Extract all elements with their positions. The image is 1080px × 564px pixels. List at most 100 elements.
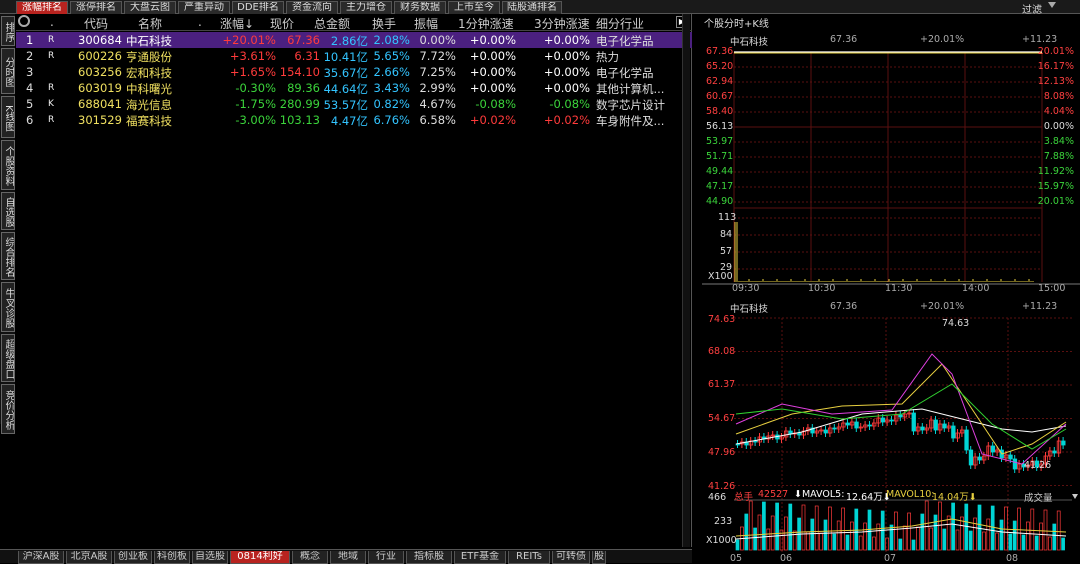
volume-bar [938, 501, 942, 551]
header-speed-3min[interactable]: 3分钟涨速 [534, 15, 590, 32]
row-code: 300684 [78, 33, 122, 47]
table-row[interactable]: 6 R 301529 福赛科技 -3.00% 103.13 4.47亿 6.76… [16, 112, 692, 128]
nav-composite-ranking[interactable]: 综合排名 [1, 232, 15, 280]
nav-sort[interactable]: 排序 [1, 16, 15, 46]
tab-concept[interactable]: 概念 [292, 551, 328, 564]
tab-stock-more[interactable]: 股 [592, 551, 606, 564]
row-turnover: 2.08% [373, 33, 410, 47]
table-row[interactable]: 2 R 600226 亨通股份 +3.61% 6.31 10.41亿 5.65%… [16, 48, 692, 64]
table-row[interactable]: 1 R 300684 中石科技 +20.01% 67.36 2.86亿 2.08… [16, 32, 692, 48]
tab-etf[interactable]: ETF基金 [454, 551, 506, 564]
tab-convertible[interactable]: 可转债 [552, 551, 590, 564]
table-row[interactable]: 3 603256 宏和科技 +1.65% 154.10 35.67亿 2.66%… [16, 64, 692, 80]
panel-title[interactable]: 个股分时+K线 [704, 15, 769, 30]
sort-down-icon: ↓ [244, 17, 255, 31]
tab-main-add[interactable]: 主力增仓 [340, 1, 392, 14]
intraday-price-axis-7: 51.71 [706, 151, 734, 162]
indicator-dropdown-icon[interactable] [1072, 494, 1078, 499]
nav-intraday[interactable]: 分时图 [1, 48, 15, 94]
intraday-time-0: 09:30 [732, 283, 760, 294]
volume-bar [1052, 523, 1057, 551]
row-industry: 热力 [596, 50, 619, 64]
volume-bar [1021, 534, 1026, 551]
intraday-chart[interactable] [702, 46, 1080, 300]
header-amount[interactable]: 总金额 [314, 15, 350, 32]
header-turnover[interactable]: 换手 [372, 15, 396, 32]
tab-region[interactable]: 地域 [330, 551, 366, 564]
volume-bar [867, 509, 872, 551]
tab-gain-ranking[interactable]: 涨幅排名 [16, 1, 68, 14]
volume-bar [766, 528, 771, 551]
tab-hs-a[interactable]: 沪深A股 [18, 551, 64, 564]
gear-icon[interactable] [18, 15, 30, 27]
row-name: 中科曙光 [126, 82, 172, 96]
tab-limit-up-ranking[interactable]: 涨停排名 [70, 1, 122, 14]
row-industry: 电子化学品 [596, 34, 654, 48]
intraday-pct-axis-5: 0.00% [1043, 121, 1074, 132]
header-industry[interactable]: 细分行业 [596, 15, 644, 32]
nav-kline[interactable]: K线图 [1, 96, 15, 138]
header-change-pct[interactable]: 涨幅↓ [220, 15, 254, 32]
row-code: 688041 [78, 97, 122, 111]
filter-dropdown-icon[interactable] [1048, 2, 1056, 8]
row-change: +20.01% [222, 33, 277, 47]
header-speed-1min[interactable]: 1分钟涨速 [458, 15, 514, 32]
row-amplitude: 4.67% [419, 97, 456, 111]
table-scrollbar[interactable] [682, 14, 690, 547]
volume-bar [744, 513, 749, 551]
row-speed-1min: +0.00% [469, 81, 516, 95]
tab-index-stocks[interactable]: 指标股 [406, 551, 452, 564]
volume-bar [916, 526, 920, 551]
tab-industry[interactable]: 行业 [368, 551, 404, 564]
indicator-selector[interactable]: 成交量 [1024, 490, 1053, 504]
volume-bar [836, 520, 841, 551]
row-change: -1.75% [235, 97, 276, 111]
header-code[interactable]: 代码 [84, 15, 108, 32]
kline-high-label: 74.63 [942, 318, 970, 329]
row-amount: 53.57亿 [323, 98, 368, 112]
nav-diagnosis[interactable]: 牛叉诊股 [1, 282, 15, 332]
row-flag: R [48, 51, 55, 61]
volume-bar [929, 527, 933, 551]
row-industry: 其他计算机... [596, 82, 665, 96]
candle-body [823, 429, 828, 434]
tab-0814-good-news[interactable]: 0814利好 [230, 551, 290, 564]
row-speed-3min: +0.00% [543, 33, 590, 47]
kline-chart[interactable] [702, 314, 1080, 563]
tab-northbound-ranking[interactable]: 陆股通排名 [502, 1, 562, 14]
tab-dde-ranking[interactable]: DDE排名 [232, 1, 284, 14]
table-row[interactable]: 5 K 688041 海光信息 -1.75% 280.99 53.57亿 0.8… [16, 96, 692, 112]
row-amplitude: 7.25% [419, 65, 456, 79]
tab-reits[interactable]: REITs [508, 551, 550, 564]
row-amplitude: 2.99% [419, 81, 456, 95]
tab-chinext[interactable]: 创业板 [114, 551, 152, 564]
header-name[interactable]: 名称 [138, 15, 162, 32]
header-price[interactable]: 现价 [270, 15, 294, 32]
header-flag[interactable]: . [50, 15, 54, 29]
volume-bar [806, 531, 810, 551]
tab-watchlist[interactable]: 自选股 [192, 551, 228, 564]
nav-watchlist[interactable]: 自选股 [1, 192, 15, 230]
row-amount: 35.67亿 [323, 66, 368, 80]
row-speed-3min: +0.00% [543, 65, 590, 79]
row-index: 4 [26, 81, 34, 95]
nav-stock-info[interactable]: 个股资料 [1, 140, 15, 190]
tab-abnormal-moves[interactable]: 严重异动 [178, 1, 230, 14]
tab-since-listing[interactable]: 上市至今 [448, 1, 500, 14]
nav-auction-analysis[interactable]: 竞价分析 [1, 384, 15, 434]
tab-star[interactable]: 科创板 [154, 551, 190, 564]
tab-financial-data[interactable]: 财务数据 [394, 1, 446, 14]
tab-capital-flow[interactable]: 资金流向 [286, 1, 338, 14]
header-amplitude[interactable]: 振幅 [414, 15, 438, 32]
kline-pct: +20.01% [920, 301, 965, 312]
tab-bj-a[interactable]: 北京A股 [66, 551, 112, 564]
volume-bar [990, 505, 995, 551]
table-row[interactable]: 4 R 603019 中科曙光 -0.30% 89.36 44.64亿 3.43… [16, 80, 692, 96]
row-price: 89.36 [287, 81, 320, 95]
volume-bar [1008, 533, 1013, 551]
candle-body [977, 456, 982, 461]
header-dot[interactable]: . [198, 15, 202, 29]
nav-super-quote[interactable]: 超级盘口 [1, 334, 15, 382]
volume-bar [1026, 521, 1030, 551]
tab-market-cloud[interactable]: 大盘云图 [124, 1, 176, 14]
